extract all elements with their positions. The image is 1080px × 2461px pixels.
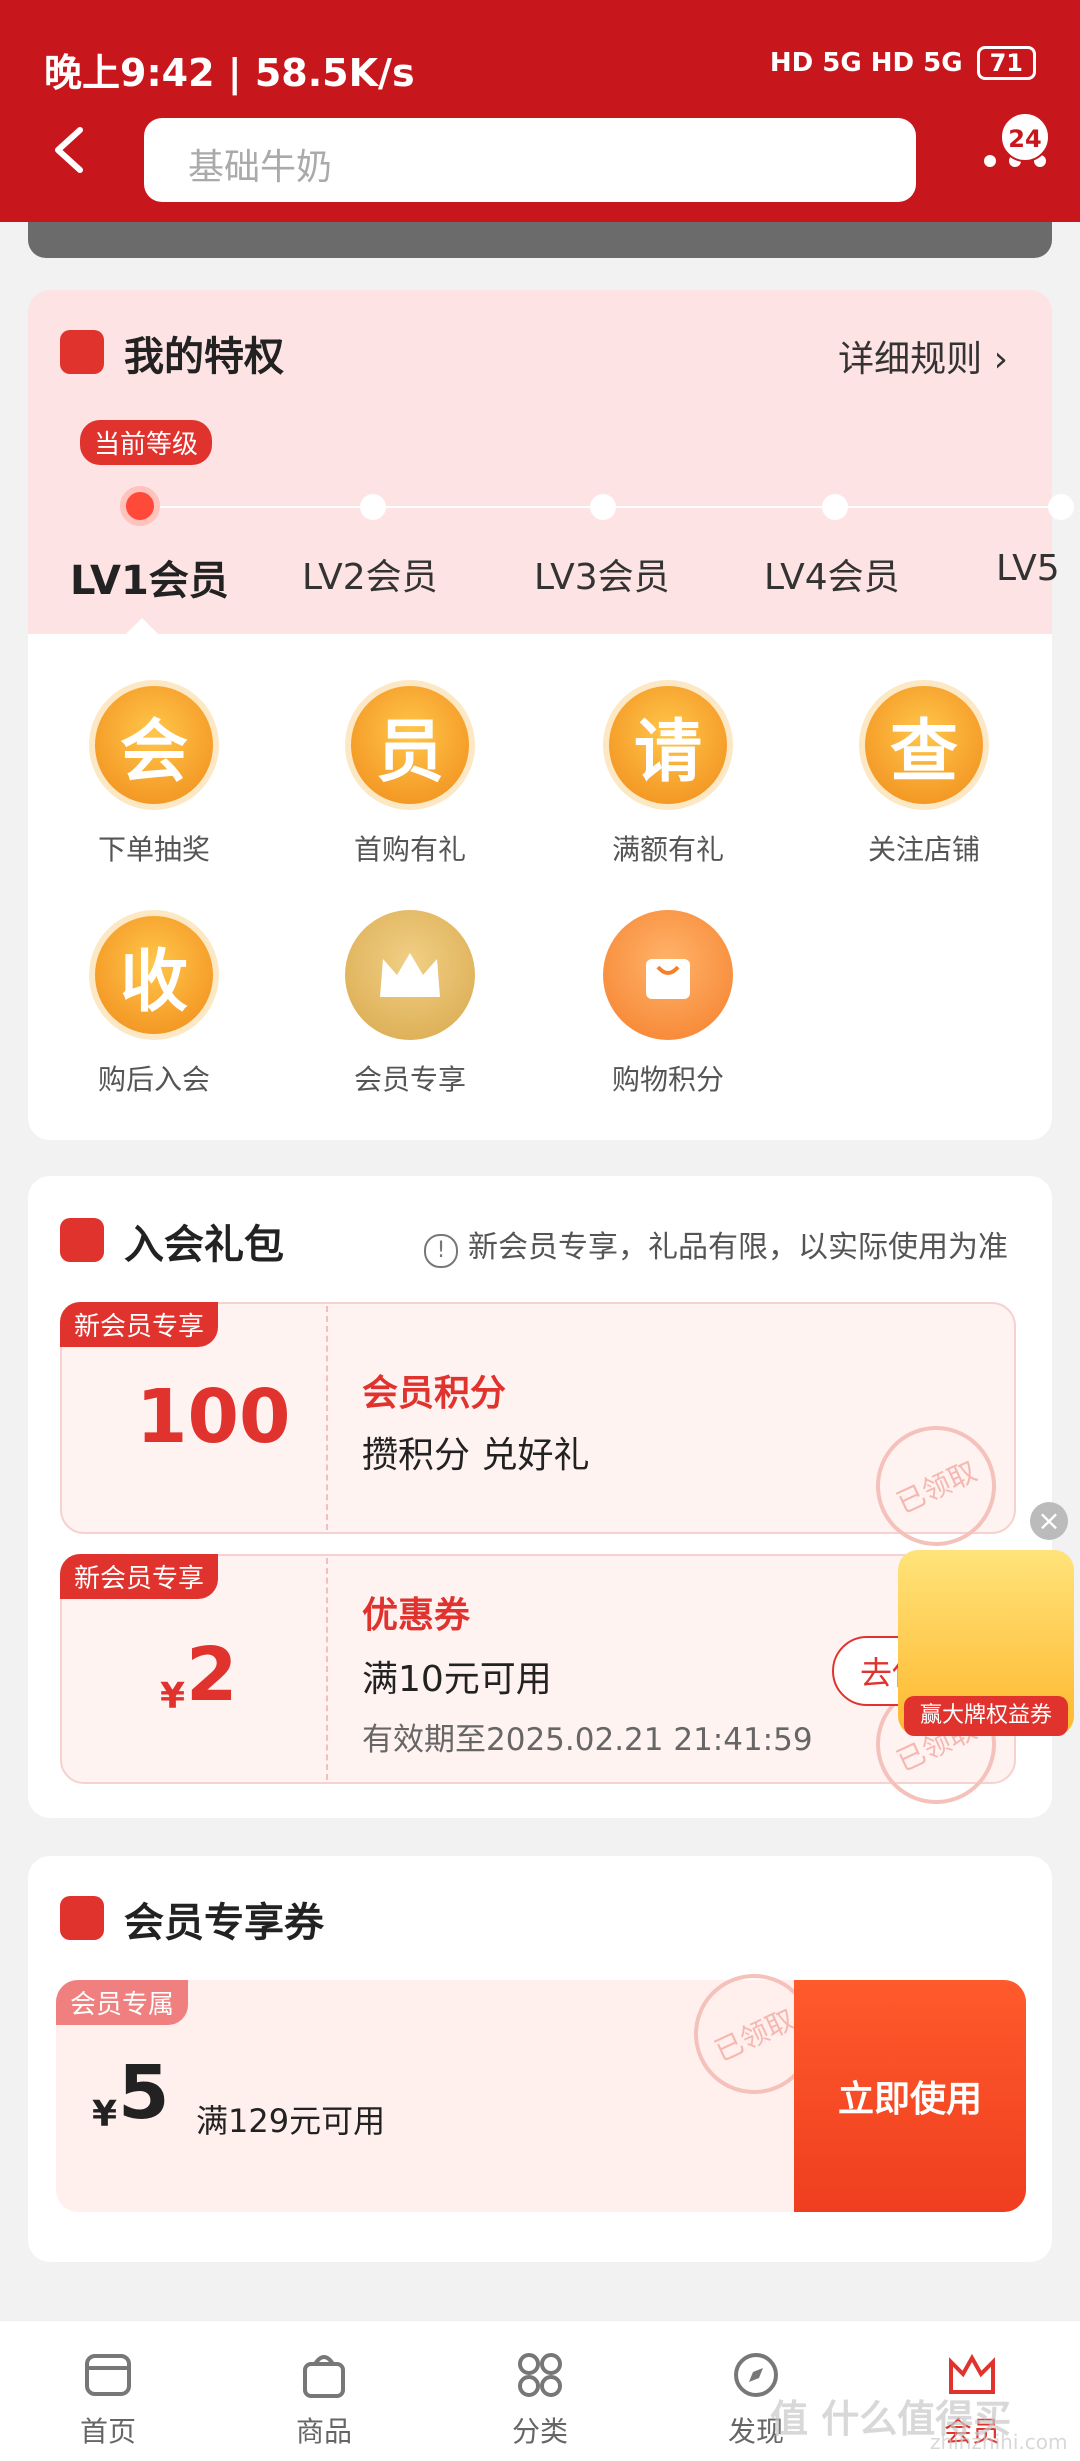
perk-follow-store[interactable]: 查 关注店铺 bbox=[834, 680, 1014, 868]
coupon-divider bbox=[326, 1306, 328, 1530]
message-badge: 24 bbox=[1000, 112, 1050, 162]
perk-first-purchase[interactable]: 员 首购有礼 bbox=[320, 680, 500, 868]
member-tag: 会员专属 bbox=[56, 1980, 189, 2025]
member-coupon-title: 会员专享券 bbox=[124, 1900, 324, 1946]
tab-label: 商品 bbox=[295, 2415, 352, 2448]
perk-label: 首购有礼 bbox=[353, 833, 466, 866]
bag-icon bbox=[303, 2355, 345, 2398]
perk-shopping-points[interactable]: 购物积分 bbox=[578, 910, 758, 1098]
level-lv2[interactable]: LV2会员 bbox=[302, 548, 438, 600]
level-dot bbox=[360, 494, 386, 520]
coupon-expiry: 有效期至2025.02.21 21:41:59 bbox=[362, 1722, 813, 1758]
promo-float-label: 赢大牌权益券 bbox=[904, 1696, 1068, 1736]
points-title: 会员积分 bbox=[362, 1373, 507, 1414]
perk-spend-gift[interactable]: 请 满额有礼 bbox=[578, 680, 758, 868]
tab-label: 分类 bbox=[511, 2415, 568, 2448]
use-now-button[interactable]: 立即使用 bbox=[794, 1980, 1026, 2212]
level-lv4[interactable]: LV4会员 bbox=[764, 548, 900, 600]
perk-char-icon: 员 bbox=[345, 680, 475, 810]
perk-join-after-purchase[interactable]: 收 购后入会 bbox=[64, 910, 244, 1098]
battery-icon: 71 bbox=[976, 46, 1036, 80]
banner-remnant bbox=[28, 222, 1052, 258]
shopping-bag-icon bbox=[603, 910, 733, 1040]
tab-home[interactable]: 首页 bbox=[48, 2348, 168, 2450]
gift-note-text: 新会员专享，礼品有限，以实际使用为准 bbox=[468, 1230, 1008, 1265]
diamond-icon bbox=[60, 330, 104, 374]
ticket-icon bbox=[60, 1218, 104, 1262]
gift-note: ! 新会员专享，礼品有限，以实际使用为准 bbox=[424, 1222, 1008, 1268]
coupon-tag: 新会员专享 bbox=[60, 1302, 219, 1347]
perk-label: 会员专享 bbox=[353, 1063, 466, 1096]
gift-title: 入会礼包 bbox=[124, 1222, 284, 1268]
level-dot bbox=[590, 494, 616, 520]
tab-products[interactable]: 商品 bbox=[264, 2348, 384, 2450]
perk-char-icon: 查 bbox=[859, 680, 989, 810]
perk-label: 满额有礼 bbox=[611, 833, 724, 866]
tab-label: 首页 bbox=[79, 2415, 136, 2448]
level-pointer bbox=[126, 618, 158, 634]
store-icon bbox=[85, 2354, 131, 2396]
search-placeholder: 基础牛奶 bbox=[188, 147, 333, 188]
perk-char-icon: 收 bbox=[89, 910, 219, 1040]
perk-order-lottery[interactable]: 会 下单抽奖 bbox=[64, 680, 244, 868]
status-time-speed: 晚上9:42 | 58.5K/s bbox=[44, 51, 415, 95]
privilege-title: 我的特权 bbox=[124, 334, 284, 380]
back-arrow-icon[interactable] bbox=[40, 120, 100, 180]
perk-label: 关注店铺 bbox=[867, 833, 980, 866]
member-coupon-condition: 满129元可用 bbox=[196, 2102, 386, 2140]
member-coupon-value: 5 bbox=[118, 2050, 170, 2136]
coupon-title: 优惠券 bbox=[362, 1595, 471, 1636]
level-dot bbox=[822, 494, 848, 520]
perk-char-icon: 请 bbox=[603, 680, 733, 810]
ticket-icon bbox=[60, 1896, 104, 1940]
watermark-url: zhihzhihi.com bbox=[930, 2430, 1068, 2454]
close-icon[interactable]: × bbox=[1030, 1502, 1068, 1540]
points-value: 100 bbox=[136, 1374, 291, 1460]
coupon-value: 2 bbox=[186, 1632, 238, 1718]
perk-label: 购物积分 bbox=[611, 1063, 724, 1096]
level-lv5[interactable]: LV5 bbox=[996, 548, 1060, 589]
currency-symbol: ¥ bbox=[92, 2094, 118, 2135]
perk-member-exclusive[interactable]: 会员专享 bbox=[320, 910, 500, 1098]
coupon-condition: 满10元可用 bbox=[362, 1659, 552, 1700]
coupon-tag: 新会员专享 bbox=[60, 1554, 219, 1599]
rules-link[interactable]: 详细规则 › bbox=[838, 330, 1008, 382]
info-icon: ! bbox=[424, 1234, 458, 1268]
coupon-divider bbox=[326, 1558, 328, 1780]
level-lv1[interactable]: LV1会员 bbox=[70, 548, 229, 606]
level-dot bbox=[1048, 494, 1074, 520]
current-level-dot bbox=[120, 486, 160, 526]
currency-symbol: ¥ bbox=[160, 1676, 186, 1717]
network-indicator: HD 5G HD 5G bbox=[769, 48, 963, 78]
points-desc: 攒积分 兑好礼 bbox=[362, 1435, 590, 1476]
perk-label: 购后入会 bbox=[97, 1063, 210, 1096]
current-level-tag: 当前等级 bbox=[80, 420, 213, 465]
status-icons: HD 5G HD 5G 71 bbox=[770, 46, 1036, 80]
perk-label: 下单抽奖 bbox=[97, 833, 210, 866]
grid-icon bbox=[518, 2353, 562, 2397]
level-lv3[interactable]: LV3会员 bbox=[534, 548, 670, 600]
crown-icon bbox=[345, 910, 475, 1040]
perk-char-icon: 会 bbox=[89, 680, 219, 810]
tab-category[interactable]: 分类 bbox=[480, 2348, 600, 2450]
